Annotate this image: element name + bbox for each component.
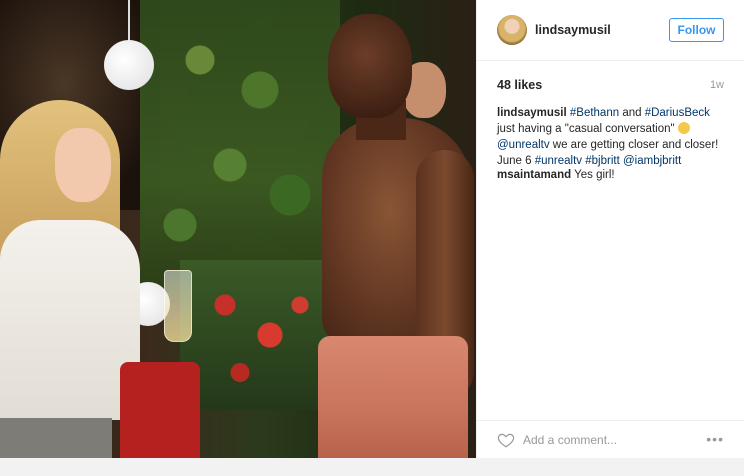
post-sidebar: lindsaymusil Follow 48 likes 1w lindsaym…: [476, 0, 744, 458]
avatar[interactable]: [497, 15, 527, 45]
photo-foliage: [140, 0, 340, 300]
caption-username[interactable]: lindsaymusil: [497, 107, 567, 119]
hashtag-link[interactable]: #DariusBeck: [645, 107, 710, 119]
caption-text: just having a "casual conversation": [497, 123, 678, 135]
man-head: [328, 14, 412, 118]
red-cloth: [120, 362, 200, 458]
comment-text: Yes girl!: [574, 169, 615, 181]
flushed-emoji-icon: [677, 122, 690, 134]
hashtag-link[interactable]: #Bethann: [570, 107, 619, 119]
author-username[interactable]: lindsaymusil: [535, 23, 611, 37]
likes-count[interactable]: 48 likes: [497, 78, 542, 92]
hashtag-link[interactable]: #bjbritt: [585, 155, 620, 167]
paper-lantern: [104, 40, 154, 90]
instagram-post: lindsaymusil Follow 48 likes 1w lindsaym…: [0, 0, 744, 458]
woman-shirt: [0, 220, 140, 420]
hashtag-link[interactable]: #unrealtv: [535, 155, 582, 167]
heart-icon[interactable]: [497, 431, 515, 449]
photo-flowers: [180, 260, 330, 410]
woman-skirt: [0, 418, 112, 458]
comment-item: msaintamand Yes girl!: [497, 169, 615, 181]
lantern-string: [128, 0, 130, 44]
post-photo[interactable]: [0, 0, 476, 458]
post-caption: lindsaymusil #Bethann and #DariusBeck ju…: [497, 105, 727, 169]
champagne-glass: [164, 270, 192, 342]
mention-link[interactable]: @unrealtv: [497, 139, 550, 151]
follow-button[interactable]: Follow: [669, 18, 724, 42]
caption-text: and: [619, 107, 645, 119]
man-shorts: [318, 336, 468, 458]
more-options-icon[interactable]: •••: [706, 431, 724, 447]
comment-username[interactable]: msaintamand: [497, 169, 571, 181]
post-footer: Add a comment... •••: [477, 420, 744, 459]
add-comment-input[interactable]: Add a comment...: [523, 433, 617, 447]
post-header: lindsaymusil Follow: [477, 0, 744, 61]
woman-face: [55, 128, 111, 202]
post-timestamp[interactable]: 1w: [710, 79, 724, 91]
mention-link[interactable]: @iambjbritt: [623, 155, 681, 167]
